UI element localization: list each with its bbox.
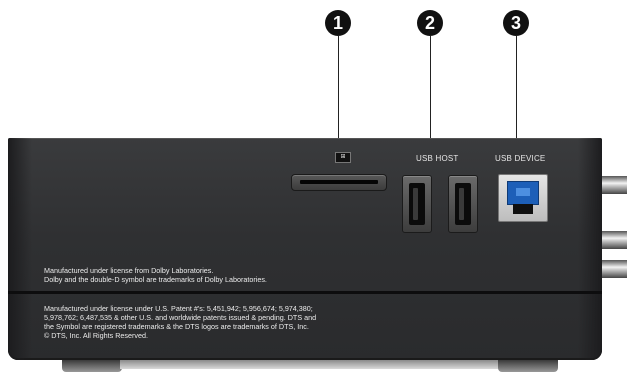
left-foot (62, 360, 122, 372)
callout-2-leader (430, 36, 431, 142)
usb-host-label: USB HOST (416, 154, 459, 163)
device-right-edge (578, 138, 602, 360)
dts-line-4: © DTS, Inc. All Rights Reserved. (44, 331, 148, 340)
dolby-line-1: Manufactured under license from Dolby La… (44, 266, 214, 275)
device-left-edge (8, 138, 32, 360)
usb-host-port-2[interactable] (448, 175, 478, 233)
cable-middle (600, 231, 627, 249)
usb-host-port-1[interactable] (402, 175, 432, 233)
usb-device-label: USB DEVICE (495, 154, 546, 163)
device-base (120, 360, 500, 369)
cable-bottom (600, 260, 627, 278)
right-foot (498, 360, 558, 372)
dts-line-3: the Symbol are registered trademarks & t… (44, 322, 309, 331)
dts-notice: Manufactured under license under U.S. Pa… (44, 304, 316, 340)
callout-1-leader (338, 36, 339, 142)
panel-seam (8, 291, 602, 294)
usb-device-port[interactable] (498, 174, 548, 222)
callout-3: 3 (503, 10, 529, 36)
callout-2: 2 (417, 10, 443, 36)
card-reader-slot[interactable] (291, 174, 387, 191)
dolby-notice: Manufactured under license from Dolby La… (44, 266, 267, 284)
device-front-panel: ⊞ USB HOST USB DEVICE Manufactured under… (8, 138, 602, 360)
cable-top (600, 176, 627, 194)
card-reader-icon: ⊞ (335, 152, 351, 163)
dts-line-1: Manufactured under license under U.S. Pa… (44, 304, 313, 313)
dolby-line-2: Dolby and the double-D symbol are tradem… (44, 275, 267, 284)
callout-3-leader (516, 36, 517, 146)
callout-1: 1 (325, 10, 351, 36)
dts-line-2: 5,978,762; 6,487,535 & other U.S. and wo… (44, 313, 317, 322)
